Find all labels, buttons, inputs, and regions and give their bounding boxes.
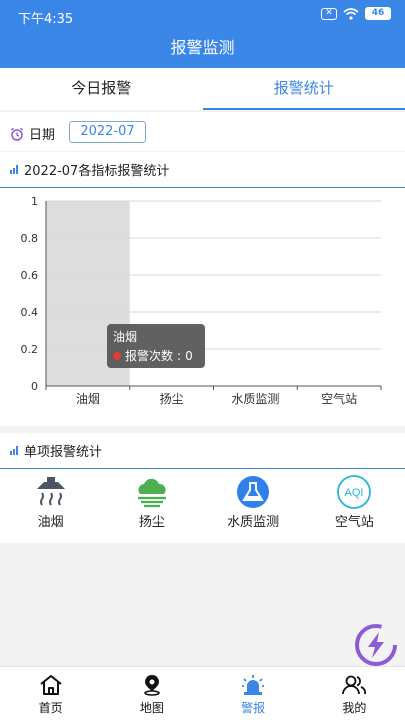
x-tick-label: 扬尘 (160, 391, 184, 406)
single-stats-header: 单项报警统计 (0, 433, 405, 469)
y-tick-label: 0.8 (21, 232, 39, 245)
tab-bar: 今日报警 报警统计 (0, 68, 405, 110)
single-stats-items: 油烟 扬尘 水质监测 AQI 空气站 (0, 469, 405, 541)
date-label-group: 日期 (10, 124, 55, 143)
y-tick-label: 0.4 (21, 306, 39, 319)
single-item-label: 水质监测 (227, 515, 280, 530)
tooltip-series-name: 报警次数 (125, 349, 174, 363)
home-icon (40, 675, 62, 695)
single-item-label: 扬尘 (138, 515, 165, 530)
single-item-water-quality[interactable]: 水质监测 (203, 469, 304, 541)
page-title: 报警监测 (0, 32, 405, 68)
date-label: 日期 (29, 128, 56, 143)
y-tick-label: 0.2 (21, 343, 39, 356)
map-pin-icon (144, 675, 160, 696)
single-item-dust[interactable]: 扬尘 (101, 469, 202, 541)
alarm-bar-chart[interactable]: 00.20.40.60.81油烟 扬尘 水质监测 空气站 (0, 189, 405, 426)
svg-text:AQI: AQI (345, 487, 364, 499)
single-item-label: 油烟 (37, 515, 64, 530)
x-tick-label: 油烟 (76, 392, 100, 406)
x-tick-label: 空气站 (321, 391, 357, 406)
date-filter-row: 日期 2022-07 (0, 111, 405, 151)
y-tick-label: 1 (31, 195, 38, 208)
nav-map[interactable]: 地图 (101, 667, 202, 720)
tab-today-alarms[interactable]: 今日报警 (0, 68, 203, 110)
chart-section-title: 2022-07各指标报警统计 (24, 164, 170, 179)
bar-chart-icon (10, 446, 18, 455)
single-item-air-station[interactable]: AQI 空气站 (304, 469, 405, 541)
nav-alarm[interactable]: 警报 (203, 667, 304, 720)
chart-tooltip: 油烟 报警次数: 0 (107, 324, 205, 368)
bottom-nav: 首页 地图 警报 我的 (0, 666, 405, 720)
status-icons: ✕ 46 (321, 7, 391, 20)
status-bar: 下午4:35 ✕ 46 (0, 0, 405, 32)
alarm-light-icon (242, 675, 265, 695)
single-stats-section: 单项报警统计 油烟 扬尘 水质监测 AQI 空气站 (0, 433, 405, 543)
nav-home[interactable]: 首页 (0, 667, 101, 720)
range-hood-icon (31, 475, 71, 509)
tab-alarm-statistics[interactable]: 报警统计 (202, 68, 405, 110)
status-time: 下午4:35 (18, 12, 74, 27)
tooltip-title: 油烟 (113, 330, 138, 344)
nav-label: 警报 (241, 701, 266, 715)
wifi-icon (343, 7, 359, 20)
tooltip-series-dot (113, 351, 121, 360)
floating-flash-button[interactable] (351, 620, 401, 670)
tooltip-value: 0 (185, 348, 193, 363)
users-icon (342, 675, 367, 695)
nav-label: 首页 (38, 701, 63, 715)
nav-mine[interactable]: 我的 (304, 667, 405, 720)
chart-section-header: 2022-07各指标报警统计 (0, 152, 405, 188)
date-picker[interactable]: 2022-07 (69, 121, 146, 143)
y-tick-label: 0 (31, 380, 38, 393)
single-stats-title: 单项报警统计 (24, 445, 103, 460)
battery-icon: 46 (365, 7, 391, 20)
single-item-label: 空气站 (334, 515, 374, 530)
aqi-icon: AQI (334, 475, 374, 509)
alarm-clock-icon (11, 127, 23, 141)
y-tick-label: 0.6 (21, 269, 39, 282)
single-item-oil-fume[interactable]: 油烟 (0, 469, 101, 541)
flask-icon (233, 475, 273, 509)
bar-chart-icon (10, 165, 18, 174)
close-notification-icon: ✕ (321, 7, 337, 20)
lightning-icon (355, 624, 397, 666)
dust-cloud-icon (132, 475, 172, 509)
nav-label: 地图 (139, 701, 164, 715)
x-tick-label: 水质监测 (231, 392, 279, 406)
nav-label: 我的 (342, 701, 367, 715)
tooltip-row: 报警次数: 0 (113, 347, 199, 364)
chart-section: 2022-07各指标报警统计 0 0.2 0.4 0.6 0.8 1 油烟 扬尘 水质监测 空气站 (0, 152, 405, 426)
